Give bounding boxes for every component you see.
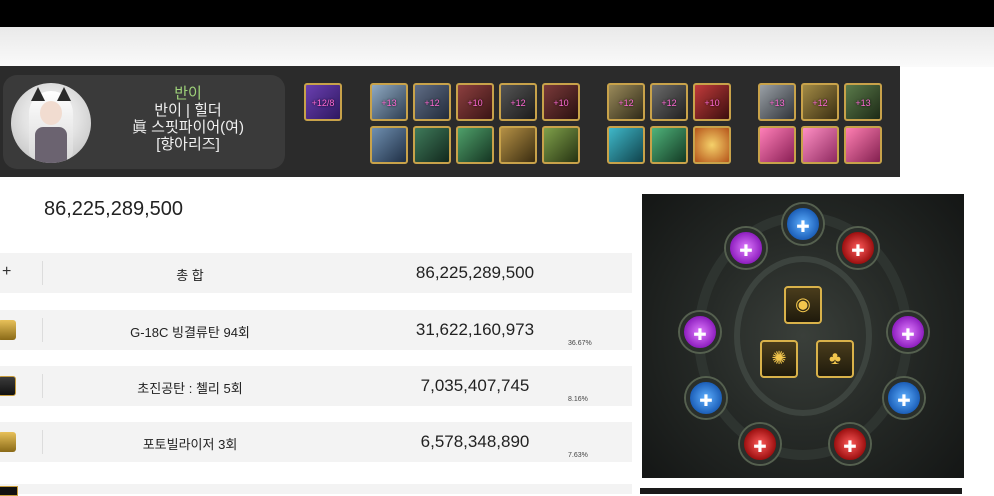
sub-slot-7[interactable] bbox=[650, 126, 688, 164]
equip-slot-5[interactable]: +10 bbox=[542, 83, 580, 121]
equip-slot-11[interactable]: +13 bbox=[844, 83, 882, 121]
equip-slot-10[interactable]: +12 bbox=[801, 83, 839, 121]
damage-percent: 8.16% bbox=[568, 396, 588, 403]
center-skill-top[interactable]: ◉ bbox=[784, 286, 822, 324]
equip-slot-2[interactable]: +12 bbox=[413, 83, 451, 121]
character-avatar bbox=[11, 83, 91, 163]
top-black-bar bbox=[0, 0, 994, 27]
character-name: 반이 bbox=[174, 85, 202, 102]
profile-card[interactable]: 반이 반이 | 힐더 眞 스핏파이어(여) [향아리즈] bbox=[3, 75, 285, 169]
damage-row-total[interactable]: + 총 합 86,225,289,500 bbox=[0, 253, 632, 293]
damage-value: 7,035,407,745 bbox=[420, 376, 530, 395]
equip-slot-3[interactable]: +10 bbox=[456, 83, 494, 121]
damage-value: 86,225,289,500 bbox=[415, 263, 535, 282]
damage-percent: 36.67% bbox=[568, 340, 592, 347]
center-skill-right[interactable]: ♣ bbox=[816, 340, 854, 378]
blue-rune-node[interactable]: ✚ bbox=[783, 204, 823, 244]
shell-skill-icon bbox=[0, 376, 16, 396]
equip-slot-1[interactable]: +13 bbox=[370, 83, 408, 121]
damage-row[interactable]: 초진공탄 : 첼리 5회 7,035,407,745 8.16% bbox=[0, 366, 632, 406]
skill-name: 초진공탄 : 첼리 5회 bbox=[137, 381, 243, 396]
next-panel-edge bbox=[640, 488, 962, 494]
sub-slot-10[interactable] bbox=[801, 126, 839, 164]
purple-rune-node[interactable]: ✚ bbox=[888, 312, 928, 352]
equip-slot-4[interactable]: +12 bbox=[499, 83, 537, 121]
purple-rune-node[interactable]: ✚ bbox=[726, 228, 766, 268]
sub-slot-6[interactable] bbox=[607, 126, 645, 164]
header-gradient bbox=[0, 27, 994, 67]
damage-percent: 7.63% bbox=[568, 452, 588, 459]
equip-slot-8[interactable]: +10 bbox=[693, 83, 731, 121]
fortifier-skill-icon bbox=[0, 432, 16, 452]
damage-value: 31,622,160,973 bbox=[415, 320, 535, 339]
equip-slot-9[interactable]: +13 bbox=[758, 83, 796, 121]
sub-slot-11[interactable] bbox=[844, 126, 882, 164]
red-rune-node[interactable]: ✚ bbox=[838, 228, 878, 268]
skill-name: 총 합 bbox=[176, 268, 204, 283]
red-rune-node[interactable]: ✚ bbox=[830, 424, 870, 464]
sub-slot-3[interactable] bbox=[456, 126, 494, 164]
damage-row[interactable]: G-18C 빙결류탄 94회 31,622,160,973 36.67% bbox=[0, 310, 632, 350]
damage-value: 6,578,348,890 bbox=[420, 432, 530, 451]
sub-slot-8[interactable] bbox=[693, 126, 731, 164]
skill-tree-panel: ✚ ✚ ✚ ✚ ✚ ✚ ✚ ✚ ✚ ◉ ✺ ♣ bbox=[642, 194, 964, 478]
equip-slot-6[interactable]: +12 bbox=[607, 83, 645, 121]
sub-slot-5[interactable] bbox=[542, 126, 580, 164]
sub-slot-4[interactable] bbox=[499, 126, 537, 164]
damage-row-partial bbox=[0, 484, 632, 496]
skill-icon bbox=[0, 486, 18, 496]
profile-info: 반이 반이 | 힐더 眞 스핏파이어(여) [향아리즈] bbox=[103, 85, 273, 153]
damage-row[interactable]: 포토빌라이저 3회 6,578,348,890 7.63% bbox=[0, 422, 632, 462]
inner-ring bbox=[734, 256, 872, 416]
title-item-slot[interactable]: +12/8 bbox=[304, 83, 342, 121]
grenade-skill-icon bbox=[0, 320, 16, 340]
sub-slot-9[interactable] bbox=[758, 126, 796, 164]
skill-name: G-18C 빙결류탄 94회 bbox=[130, 325, 250, 340]
sub-slot-2[interactable] bbox=[413, 126, 451, 164]
class-line: 眞 스핏파이어(여) bbox=[132, 119, 244, 136]
blue-rune-node[interactable]: ✚ bbox=[884, 378, 924, 418]
center-skill-left[interactable]: ✺ bbox=[760, 340, 798, 378]
red-rune-node[interactable]: ✚ bbox=[740, 424, 780, 464]
sub-slot-1[interactable] bbox=[370, 126, 408, 164]
guild-line: 반이 | 힐더 bbox=[154, 102, 222, 119]
plus-icon[interactable]: + bbox=[2, 263, 11, 281]
title-line: [향아리즈] bbox=[156, 136, 220, 153]
character-banner: 반이 반이 | 힐더 眞 스핏파이어(여) [향아리즈] +12/8 +13 +… bbox=[0, 66, 900, 177]
equip-slot-7[interactable]: +12 bbox=[650, 83, 688, 121]
skill-name: 포토빌라이저 3회 bbox=[142, 437, 238, 452]
purple-rune-node[interactable]: ✚ bbox=[680, 312, 720, 352]
grand-total-damage: 86,225,289,500 bbox=[44, 198, 184, 220]
blue-rune-node[interactable]: ✚ bbox=[686, 378, 726, 418]
